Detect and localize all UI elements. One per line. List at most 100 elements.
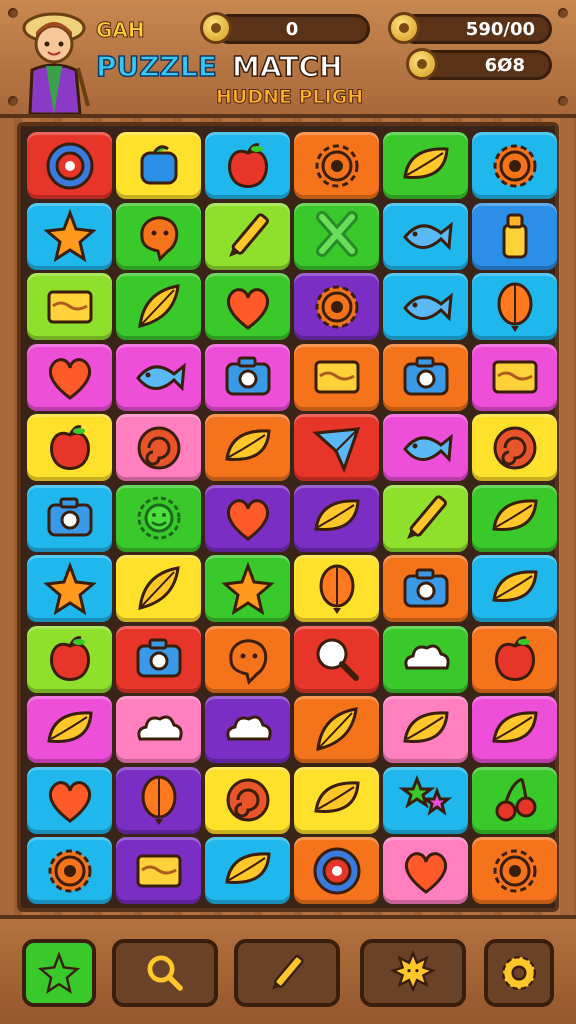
star-button[interactable] xyxy=(22,939,96,1007)
tile-swirl[interactable] xyxy=(472,414,557,481)
sun-button[interactable] xyxy=(360,939,466,1007)
tile-leaf[interactable] xyxy=(294,766,379,834)
tile-leaf[interactable] xyxy=(472,555,557,622)
tile-apple[interactable] xyxy=(472,625,557,693)
tile-cloud[interactable] xyxy=(383,625,468,693)
tile-cloud[interactable] xyxy=(205,696,290,763)
title-puzzle: PUZZLE xyxy=(95,49,217,84)
nail xyxy=(8,96,18,106)
jar-icon xyxy=(140,144,177,184)
tile-target[interactable] xyxy=(27,132,112,199)
tile-swirl[interactable] xyxy=(116,414,201,481)
tile-leaf[interactable] xyxy=(383,132,468,199)
tile-box[interactable] xyxy=(116,837,201,904)
tile-star[interactable] xyxy=(27,202,112,270)
tile-camera[interactable] xyxy=(383,343,468,411)
tile-cherry[interactable] xyxy=(472,766,557,834)
tile-gear[interactable] xyxy=(472,132,557,199)
settings-button[interactable] xyxy=(484,939,554,1007)
tile-fish[interactable] xyxy=(383,414,468,481)
tile-leaf[interactable] xyxy=(205,414,290,481)
plane-icon xyxy=(311,426,360,473)
tile-fish[interactable] xyxy=(383,273,468,340)
camera-icon xyxy=(47,497,92,537)
tile-gear[interactable] xyxy=(27,837,112,904)
tile-camera[interactable] xyxy=(383,555,468,622)
heart-icon xyxy=(226,287,269,330)
tile-search[interactable] xyxy=(294,625,379,693)
tile-star[interactable] xyxy=(27,555,112,622)
tile-camera[interactable] xyxy=(116,625,201,693)
tile-leaf[interactable] xyxy=(205,837,290,904)
tile-camera[interactable] xyxy=(205,343,290,411)
tile-feather[interactable] xyxy=(294,696,379,763)
tile-gear[interactable] xyxy=(294,132,379,199)
tile-flower[interactable] xyxy=(383,766,468,834)
box-icon xyxy=(47,290,92,323)
tile-heart[interactable] xyxy=(383,837,468,904)
target-icon xyxy=(46,142,93,189)
tile-leaf[interactable] xyxy=(472,696,557,763)
tile-camera[interactable] xyxy=(27,484,112,552)
leaf-icon xyxy=(491,710,538,743)
tile-leaf[interactable] xyxy=(27,696,112,763)
tile-box[interactable] xyxy=(472,343,557,411)
apple-icon xyxy=(49,424,90,470)
tile-leaf[interactable] xyxy=(294,484,379,552)
tile-leaf[interactable] xyxy=(472,484,557,552)
tile-star[interactable] xyxy=(205,555,290,622)
tile-heart[interactable] xyxy=(205,273,290,340)
blob-icon xyxy=(228,639,267,685)
tile-heart[interactable] xyxy=(27,766,112,834)
star-icon xyxy=(42,208,97,263)
tile-face[interactable] xyxy=(116,484,201,552)
tile-balloon[interactable] xyxy=(116,766,201,834)
tile-box[interactable] xyxy=(27,273,112,340)
target-icon xyxy=(313,847,360,894)
pencil-button[interactable] xyxy=(234,939,340,1007)
balloon-icon xyxy=(319,564,354,614)
tile-heart[interactable] xyxy=(27,343,112,411)
tile-apple[interactable] xyxy=(27,414,112,481)
swirl-icon xyxy=(137,426,180,469)
tile-heart[interactable] xyxy=(205,484,290,552)
tile-balloon[interactable] xyxy=(294,555,379,622)
tile-swirl[interactable] xyxy=(205,766,290,834)
tile-plane[interactable] xyxy=(294,414,379,481)
character-avatar xyxy=(22,12,90,114)
box-icon xyxy=(136,854,181,887)
bottle-icon xyxy=(502,213,527,259)
tile-blob[interactable] xyxy=(116,202,201,270)
tile-jar[interactable] xyxy=(116,132,201,199)
pencil-icon xyxy=(406,495,447,539)
tile-pencil[interactable] xyxy=(383,484,468,552)
tile-feather[interactable] xyxy=(116,555,201,622)
tile-feather[interactable] xyxy=(116,273,201,340)
tile-target[interactable] xyxy=(294,837,379,904)
leaf-icon xyxy=(313,781,360,813)
tile-leaf[interactable] xyxy=(383,696,468,763)
leaf-icon xyxy=(313,499,360,531)
title-match: MATCH xyxy=(231,49,343,84)
search-button[interactable] xyxy=(112,939,218,1007)
camera-icon xyxy=(136,638,181,678)
coins-display: 590/00 xyxy=(400,14,552,44)
tile-fish[interactable] xyxy=(383,202,468,270)
tile-balloon[interactable] xyxy=(472,273,557,340)
game-label: GAH xyxy=(96,18,146,43)
tile-pencil[interactable] xyxy=(205,202,290,270)
balloon-icon xyxy=(497,282,532,332)
tile-cloud[interactable] xyxy=(116,696,201,763)
camera-icon xyxy=(225,356,270,396)
tile-apple[interactable] xyxy=(205,132,290,199)
tile-bottle[interactable] xyxy=(472,202,557,270)
tile-cross[interactable] xyxy=(294,202,379,270)
tile-blob[interactable] xyxy=(205,625,290,693)
tile-apple[interactable] xyxy=(27,625,112,693)
tile-gear[interactable] xyxy=(472,837,557,904)
heart-icon xyxy=(48,781,91,823)
apple-icon xyxy=(49,636,90,681)
tile-fish[interactable] xyxy=(116,343,201,411)
tile-gear[interactable] xyxy=(294,273,379,340)
tile-box[interactable] xyxy=(294,343,379,411)
